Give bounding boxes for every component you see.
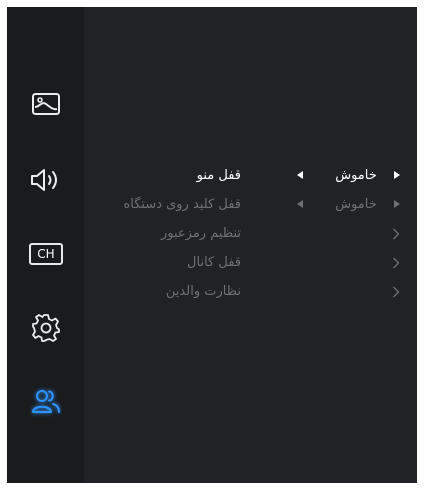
- tv-settings-screen: CH قفل منو خاموش قفل کلید روی دستگاه خام…: [7, 7, 417, 483]
- menu-item-value: خاموش: [335, 197, 377, 212]
- speaker-icon: [31, 169, 57, 191]
- menu-item-parental-control[interactable]: نظارت والدین: [107, 277, 405, 306]
- arrow-right-icon[interactable]: [394, 171, 400, 179]
- sidebar: CH: [7, 7, 84, 483]
- sidebar-item-settings[interactable]: [29, 311, 63, 345]
- menu-item-keypad-lock[interactable]: قفل کلید روی دستگاه خاموش: [107, 190, 405, 219]
- parental-menu: قفل منو خاموش قفل کلید روی دستگاه خاموش …: [107, 161, 405, 306]
- menu-item-label: تنظیم رمزعبور: [161, 226, 241, 241]
- arrow-left-icon[interactable]: [297, 200, 303, 208]
- menu-item-channel-lock[interactable]: قفل کانال: [107, 248, 405, 277]
- arrow-left-icon[interactable]: [297, 171, 303, 179]
- menu-item-label: قفل کانال: [187, 255, 241, 270]
- sidebar-item-channel[interactable]: CH: [29, 237, 63, 271]
- menu-item-label: قفل منو: [196, 168, 241, 183]
- users-icon: [32, 390, 60, 413]
- menu-item-menu-lock[interactable]: قفل منو خاموش: [107, 161, 405, 190]
- menu-item-label: قفل کلید روی دستگاه: [123, 197, 241, 212]
- sidebar-item-picture[interactable]: [29, 87, 63, 121]
- menu-item-set-password[interactable]: تنظیم رمزعبور: [107, 219, 405, 248]
- arrow-right-icon[interactable]: [394, 200, 400, 208]
- chevron-right-icon: [393, 286, 400, 298]
- chevron-right-icon: [393, 257, 400, 269]
- menu-item-value: خاموش: [335, 168, 377, 183]
- gear-icon: [32, 314, 60, 342]
- picture-icon: [32, 93, 60, 115]
- sidebar-item-sound[interactable]: [29, 163, 63, 197]
- menu-item-label: نظارت والدین: [165, 284, 241, 299]
- sidebar-item-parental[interactable]: [29, 385, 63, 419]
- ch-icon: CH: [29, 243, 63, 265]
- chevron-right-icon: [393, 228, 400, 240]
